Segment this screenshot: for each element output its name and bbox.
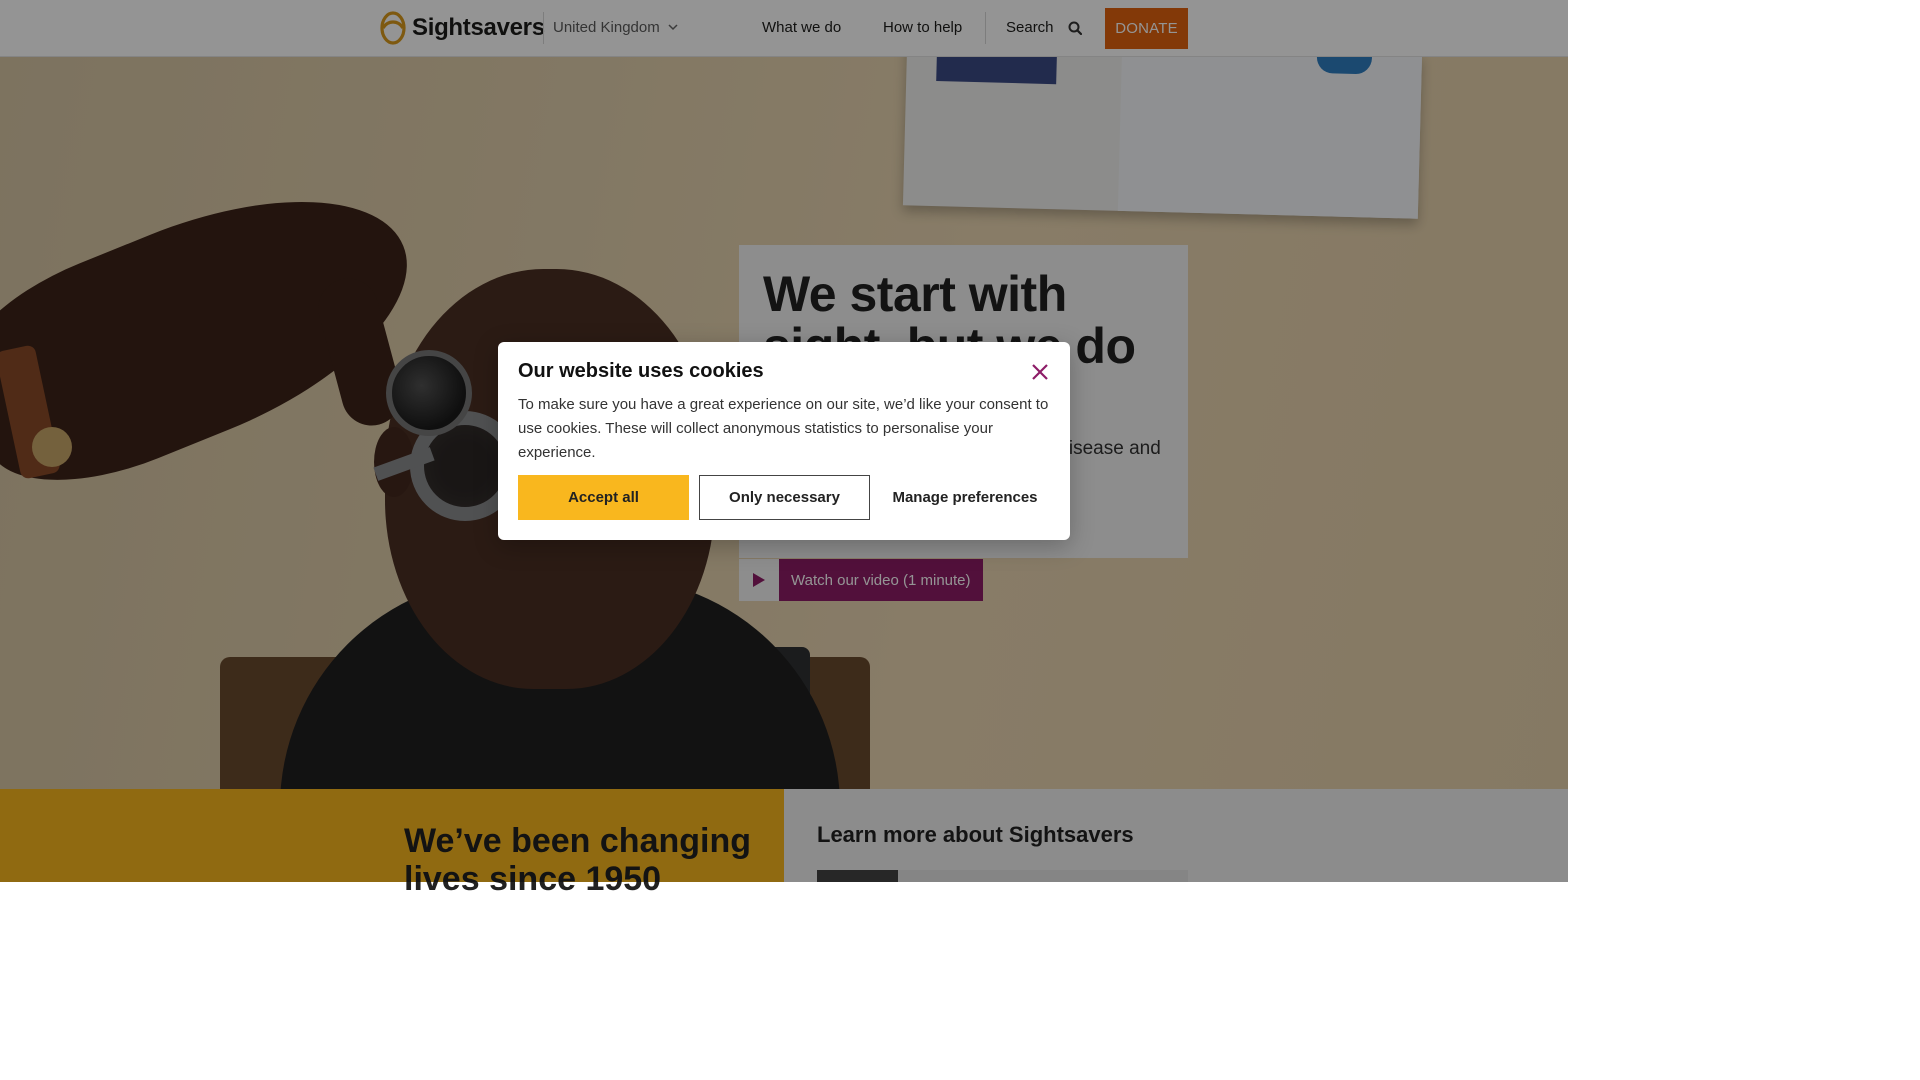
manage-preferences-button[interactable]: Manage preferences — [880, 475, 1050, 520]
cookie-dialog-body: To make sure you have a great experience… — [518, 396, 1049, 461]
accept-all-button[interactable]: Accept all — [518, 475, 689, 520]
cookie-dialog: Our website uses cookies To make sure yo… — [498, 342, 1070, 540]
only-necessary-button[interactable]: Only necessary — [699, 475, 870, 520]
close-icon[interactable] — [1028, 360, 1052, 384]
cookie-dialog-title: Our website uses cookies — [518, 360, 764, 382]
